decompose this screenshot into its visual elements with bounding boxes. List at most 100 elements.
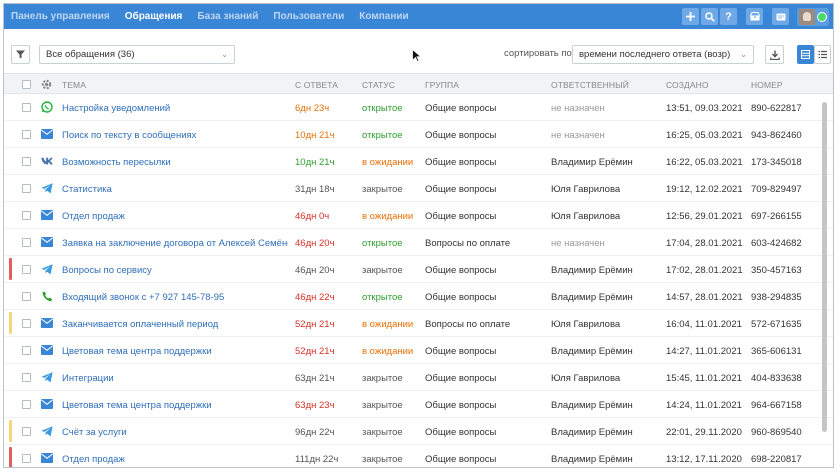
- message-icon[interactable]: [772, 8, 789, 25]
- case-created: 17:04, 28.01.2021: [666, 238, 743, 249]
- case-topic-link[interactable]: Цветовая тема центра поддержки: [62, 400, 288, 411]
- case-number: 603-424682: [751, 238, 802, 249]
- column-header-number[interactable]: НОМЕР: [751, 80, 783, 90]
- row-checkbox[interactable]: [22, 400, 31, 409]
- time-since-reply: 52дн 21ч: [295, 346, 335, 357]
- vertical-scrollbar[interactable]: [822, 102, 827, 432]
- priority-marker: [9, 258, 12, 280]
- case-status: закрытое: [362, 184, 403, 195]
- gear-icon[interactable]: [41, 79, 52, 90]
- column-header-since-reply[interactable]: С ОТВЕТА: [295, 80, 338, 90]
- case-topic-link[interactable]: Отдел продаж: [62, 211, 288, 222]
- case-number: 350-457163: [751, 265, 802, 276]
- case-responsible: Владимир Ерёмин: [551, 157, 633, 168]
- row-checkbox[interactable]: [22, 319, 31, 328]
- table-row[interactable]: Счёт за услуги 96дн 22ч закрытое Общие вопр…: [4, 418, 833, 445]
- nav-item-1[interactable]: Обращения: [125, 11, 183, 22]
- time-since-reply: 52дн 21ч: [295, 319, 335, 330]
- table-row[interactable]: Отдел продаж 111дн 22ч закрытое Общие вопро…: [4, 445, 833, 467]
- row-checkbox[interactable]: [22, 454, 31, 463]
- user-profile[interactable]: [797, 7, 829, 26]
- column-header-group[interactable]: ГРУППА: [425, 80, 459, 90]
- table-row[interactable]: Возможность пересылки 10дн 21ч в ожидании О…: [4, 148, 833, 175]
- row-checkbox[interactable]: [22, 211, 31, 220]
- table-row[interactable]: Цветовая тема центра поддержки 52дн 21ч в …: [4, 337, 833, 364]
- case-responsible: Владимир Ерёмин: [551, 454, 633, 465]
- row-checkbox[interactable]: [22, 157, 31, 166]
- inbox-icon[interactable]: [746, 8, 763, 25]
- download-button[interactable]: [765, 45, 784, 64]
- case-topic-link[interactable]: Счёт за услуги: [62, 427, 288, 438]
- case-number: 960-869540: [751, 427, 802, 438]
- table-row[interactable]: Вопросы по сервису 46дн 20ч закрытое Общие …: [4, 256, 833, 283]
- case-created: 17:02, 28.01.2021: [666, 265, 743, 276]
- table-row[interactable]: Входящий звонок с +7 927 145-78-95 46дн 2…: [4, 283, 833, 310]
- nav-item-4[interactable]: Компании: [359, 11, 408, 22]
- case-topic-link[interactable]: Поиск по тексту в сообщениях: [62, 130, 288, 141]
- table-row[interactable]: Поиск по тексту в сообщениях 10дн 21ч откр…: [4, 121, 833, 148]
- case-status: закрытое: [362, 373, 403, 384]
- list-view-button[interactable]: [814, 45, 831, 64]
- case-responsible: Владимир Ерёмин: [551, 292, 633, 303]
- case-group: Общие вопросы: [425, 400, 497, 411]
- case-topic-link[interactable]: Вопросы по сервису: [62, 265, 288, 276]
- chevron-down-icon: ⌄: [221, 50, 228, 59]
- select-all-checkbox[interactable]: [22, 80, 31, 89]
- case-topic-link[interactable]: Входящий звонок с +7 927 145-78-95: [62, 292, 288, 303]
- table-row[interactable]: Заканчивается оплаченный период 52дн 21ч в…: [4, 310, 833, 337]
- table-row[interactable]: Заявка на заключение договора от Алексей…: [4, 229, 833, 256]
- nav-item-3[interactable]: Пользователи: [273, 11, 344, 22]
- column-header-status[interactable]: СТАТУС: [362, 80, 395, 90]
- row-checkbox[interactable]: [22, 103, 31, 112]
- nav-item-2[interactable]: База знаний: [197, 11, 258, 22]
- case-created: 14:24, 11.01.2021: [666, 400, 742, 411]
- row-checkbox[interactable]: [22, 427, 31, 436]
- case-number: 938-294835: [751, 292, 802, 303]
- case-responsible: Владимир Ерёмин: [551, 265, 633, 276]
- row-checkbox[interactable]: [22, 346, 31, 355]
- table-row[interactable]: Статистика 31дн 18ч закрытое Общие вопросы Ю…: [4, 175, 833, 202]
- case-topic-link[interactable]: Статистика: [62, 184, 288, 195]
- help-icon[interactable]: ?: [720, 8, 737, 25]
- case-topic-link[interactable]: Интеграции: [62, 373, 288, 384]
- column-header-created[interactable]: СОЗДАНО: [666, 80, 709, 90]
- row-checkbox[interactable]: [22, 238, 31, 247]
- case-topic-link[interactable]: Заявка на заключение договора от Алексей…: [62, 238, 288, 249]
- plus-icon[interactable]: [682, 8, 699, 25]
- cases-table-body: Настройка уведомлений 6дн 23ч открытое Общи…: [4, 94, 833, 467]
- nav-item-0[interactable]: Панель управления: [11, 11, 110, 22]
- case-created: 16:22, 05.03.2021: [666, 157, 743, 168]
- email-icon: [40, 316, 54, 330]
- row-checkbox[interactable]: [22, 130, 31, 139]
- column-header-responsible[interactable]: ОТВЕТСТВЕННЫЙ: [551, 80, 629, 90]
- table-header: ТЕМА С ОТВЕТА СТАТУС ГРУППА ОТВЕТСТВЕННЫ…: [4, 73, 833, 94]
- time-since-reply: 63дн 23ч: [295, 400, 335, 411]
- row-checkbox[interactable]: [22, 184, 31, 193]
- table-row[interactable]: Отдел продаж 46дн 0ч в ожидании Общие вопро…: [4, 202, 833, 229]
- telegram-icon: [40, 181, 54, 195]
- case-topic-link[interactable]: Цветовая тема центра поддержки: [62, 346, 288, 357]
- case-group: Общие вопросы: [425, 454, 497, 465]
- time-since-reply: 111дн 22ч: [295, 454, 339, 465]
- cases-filter-select[interactable]: Все обращения (36) ⌄: [39, 45, 235, 64]
- case-topic-link[interactable]: Настройка уведомлений: [62, 103, 288, 114]
- row-checkbox[interactable]: [22, 265, 31, 274]
- column-header-topic[interactable]: ТЕМА: [62, 80, 86, 90]
- row-checkbox[interactable]: [22, 373, 31, 382]
- case-topic-link[interactable]: Возможность пересылки: [62, 157, 288, 168]
- table-row[interactable]: Интеграции 63дн 21ч закрытое Общие вопросы Ю…: [4, 364, 833, 391]
- vk-icon: [40, 154, 54, 168]
- case-topic-link[interactable]: Заканчивается оплаченный период: [62, 319, 288, 330]
- row-checkbox[interactable]: [22, 292, 31, 301]
- table-row[interactable]: Цветовая тема центра поддержки 63дн 23ч за…: [4, 391, 833, 418]
- filter-button[interactable]: [11, 45, 30, 64]
- sort-select[interactable]: времени последнего ответа (возр) ⌄: [572, 45, 754, 64]
- table-row[interactable]: Настройка уведомлений 6дн 23ч открытое Общи…: [4, 94, 833, 121]
- case-number: 173-345018: [751, 157, 802, 168]
- case-topic-link[interactable]: Отдел продаж: [62, 454, 288, 465]
- mouse-cursor-icon: [412, 49, 421, 62]
- table-view-button[interactable]: [797, 45, 814, 64]
- search-icon[interactable]: [701, 8, 718, 25]
- case-group: Общие вопросы: [425, 292, 497, 303]
- priority-marker: [9, 312, 12, 334]
